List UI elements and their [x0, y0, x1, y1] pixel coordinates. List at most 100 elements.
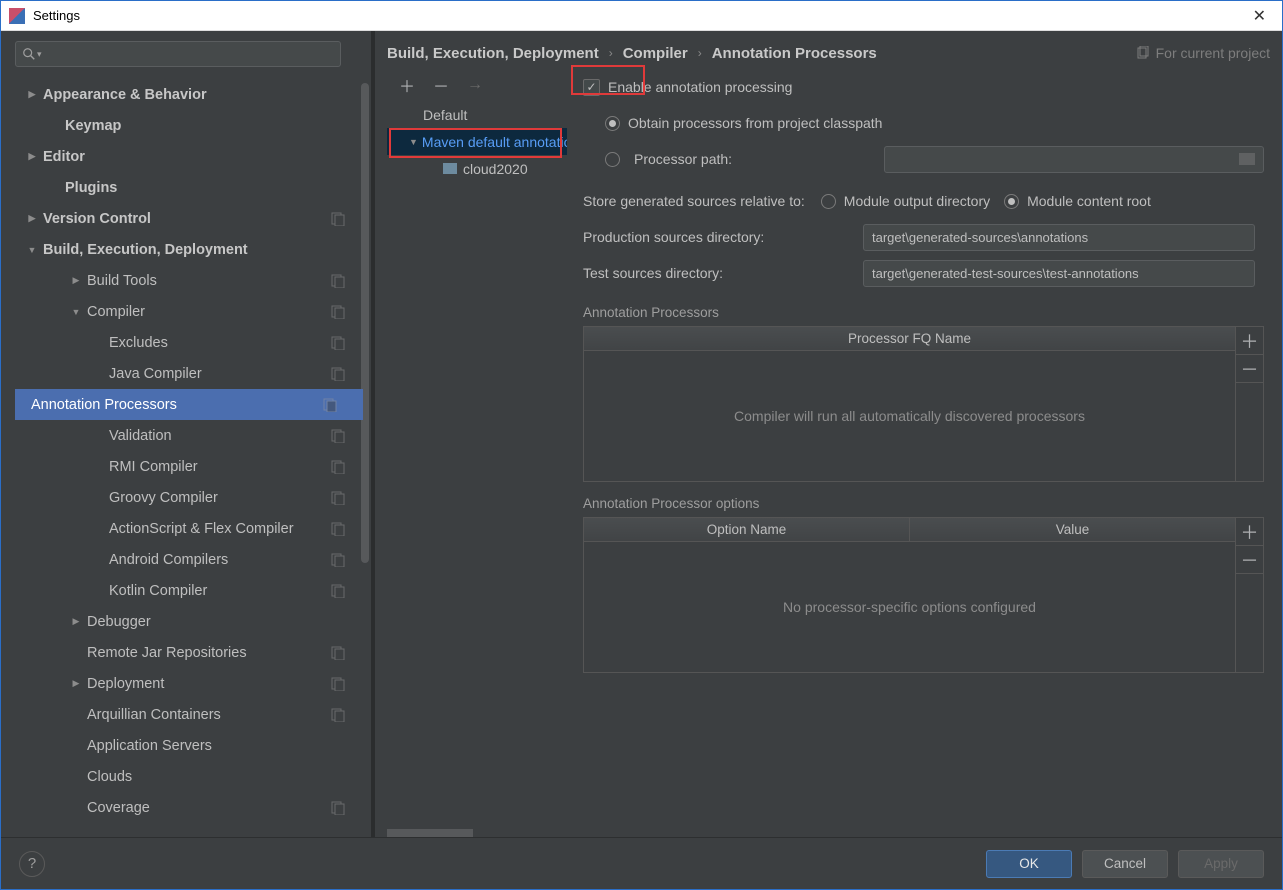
sidebar-item-label: Clouds	[87, 769, 132, 785]
sidebar-item-label: Validation	[109, 428, 172, 444]
profile-list-panel: ＋ － → Default▼Maven default annotation cl…	[387, 69, 567, 837]
settings-tree[interactable]: ▶Appearance & BehaviorKeymap▶EditorPlugi…	[15, 79, 371, 837]
remove-profile-button[interactable]: －	[433, 73, 449, 97]
sidebar-item-label: Application Servers	[87, 738, 212, 754]
sidebar-item[interactable]: Remote Jar Repositories	[15, 637, 371, 668]
copy-icon	[331, 367, 345, 381]
profile-item[interactable]: Default	[387, 101, 567, 128]
sidebar-item-label: Kotlin Compiler	[109, 583, 207, 599]
sidebar-item-label: RMI Compiler	[109, 459, 198, 475]
sidebar-item-label: Compiler	[87, 304, 145, 320]
chevron-right-icon: ›	[698, 46, 702, 60]
options-table[interactable]: Option Name Value No processor-specific …	[583, 517, 1236, 673]
sidebar-item[interactable]: Java Compiler	[15, 358, 371, 389]
prod-sources-input[interactable]: target\generated-sources\annotations	[863, 224, 1255, 251]
module-output-radio[interactable]	[821, 194, 836, 209]
close-icon[interactable]: ✕	[1245, 4, 1274, 28]
sidebar-item[interactable]: Arquillian Containers	[15, 699, 371, 730]
profile-item[interactable]: cloud2020	[387, 155, 567, 182]
copy-icon	[331, 336, 345, 350]
sidebar-item[interactable]: ▶Deployment	[15, 668, 371, 699]
module-content-radio[interactable]	[1004, 194, 1019, 209]
expand-icon: ▶	[27, 89, 37, 100]
chevron-down-icon: ▾	[37, 49, 42, 60]
option-name-column: Option Name	[584, 518, 910, 541]
sidebar-item[interactable]: RMI Compiler	[15, 451, 371, 482]
enable-annotation-checkbox[interactable]	[583, 79, 600, 96]
sidebar-item[interactable]: Keymap	[15, 110, 371, 141]
sidebar-item-label: Java Compiler	[109, 366, 202, 382]
expand-icon: ▶	[71, 616, 81, 627]
help-button[interactable]: ?	[19, 851, 45, 877]
profile-label: Maven default annotation	[422, 134, 567, 150]
remove-option-button[interactable]: －	[1236, 546, 1263, 574]
sidebar-item[interactable]: ActionScript & Flex Compiler	[15, 513, 371, 544]
sidebar-item[interactable]: Validation	[15, 420, 371, 451]
enable-annotation-label: Enable annotation processing	[608, 79, 792, 95]
copy-icon	[331, 460, 345, 474]
add-option-button[interactable]: ＋	[1236, 518, 1263, 546]
processor-path-input[interactable]	[884, 146, 1264, 173]
search-input[interactable]: ▾	[15, 41, 341, 67]
ok-button[interactable]: OK	[986, 850, 1072, 878]
copy-icon	[331, 646, 345, 660]
expand-icon: ▶	[71, 678, 81, 689]
copy-icon	[331, 801, 345, 815]
sidebar-item[interactable]: Annotation Processors	[15, 389, 363, 420]
test-sources-input[interactable]: target\generated-test-sources\test-annot…	[863, 260, 1255, 287]
breadcrumb-item[interactable]: Build, Execution, Deployment	[387, 45, 599, 62]
sidebar-item[interactable]: Excludes	[15, 327, 371, 358]
sidebar-item[interactable]: ▶Build Tools	[15, 265, 371, 296]
copy-icon	[331, 522, 345, 536]
settings-sidebar: ▾ ▶Appearance & BehaviorKeymap▶EditorPlu…	[1, 31, 371, 837]
expand-icon: ▶	[27, 213, 37, 224]
sidebar-item[interactable]: ▶Appearance & Behavior	[15, 79, 371, 110]
sidebar-item-label: Debugger	[87, 614, 151, 630]
sidebar-item-label: Excludes	[109, 335, 168, 351]
add-profile-button[interactable]: ＋	[399, 73, 415, 97]
sidebar-item[interactable]: ▼Build, Execution, Deployment	[15, 234, 371, 265]
profile-item[interactable]: ▼Maven default annotation	[387, 128, 567, 155]
sidebar-item[interactable]: ▶Editor	[15, 141, 371, 172]
breadcrumb-item[interactable]: Compiler	[623, 45, 688, 62]
sidebar-item[interactable]: ▶ Debugger	[15, 606, 371, 637]
copy-icon	[331, 553, 345, 567]
horizontal-scrollbar[interactable]	[387, 829, 567, 837]
sidebar-item[interactable]: Plugins	[15, 172, 371, 203]
processor-path-radio[interactable]	[605, 152, 620, 167]
obtain-classpath-radio[interactable]	[605, 116, 620, 131]
add-processor-button[interactable]: ＋	[1236, 327, 1263, 355]
sidebar-item[interactable]: Groovy Compiler	[15, 482, 371, 513]
sidebar-item-label: Coverage	[87, 800, 150, 816]
sidebar-item[interactable]: Coverage	[15, 792, 371, 823]
remove-processor-button[interactable]: －	[1236, 355, 1263, 383]
sidebar-item[interactable]: ▶Version Control	[15, 203, 371, 234]
option-value-column: Value	[910, 518, 1235, 541]
expand-icon: ▼	[71, 307, 81, 317]
sidebar-item-label: Remote Jar Repositories	[87, 645, 247, 661]
project-scope-label: For current project	[1136, 45, 1270, 61]
copy-icon	[331, 677, 345, 691]
profile-label: cloud2020	[463, 161, 528, 177]
expand-icon: ▶	[27, 151, 37, 162]
move-profile-button: →	[467, 76, 483, 94]
test-sources-label: Test sources directory:	[583, 265, 863, 281]
search-icon	[22, 47, 36, 61]
sidebar-item[interactable]: Clouds	[15, 761, 371, 792]
cancel-button[interactable]: Cancel	[1082, 850, 1168, 878]
sidebar-item-label: Annotation Processors	[31, 397, 177, 413]
profile-list[interactable]: Default▼Maven default annotation cloud202…	[387, 101, 567, 829]
window-title: Settings	[33, 8, 80, 23]
sidebar-item-label: Build, Execution, Deployment	[43, 242, 248, 258]
sidebar-item-label: Build Tools	[87, 273, 157, 289]
apply-button[interactable]: Apply	[1178, 850, 1264, 878]
sidebar-item[interactable]: Application Servers	[15, 730, 371, 761]
copy-icon	[331, 491, 345, 505]
sidebar-item-label: ActionScript & Flex Compiler	[109, 521, 294, 537]
sidebar-item[interactable]: ▼ Compiler	[15, 296, 371, 327]
sidebar-item[interactable]: Kotlin Compiler	[15, 575, 371, 606]
folder-icon[interactable]	[1239, 153, 1255, 165]
sidebar-item[interactable]: Android Compilers	[15, 544, 371, 575]
breadcrumb: Build, Execution, Deployment › Compiler …	[387, 37, 1270, 69]
processors-table[interactable]: Processor FQ Name Compiler will run all …	[583, 326, 1236, 482]
